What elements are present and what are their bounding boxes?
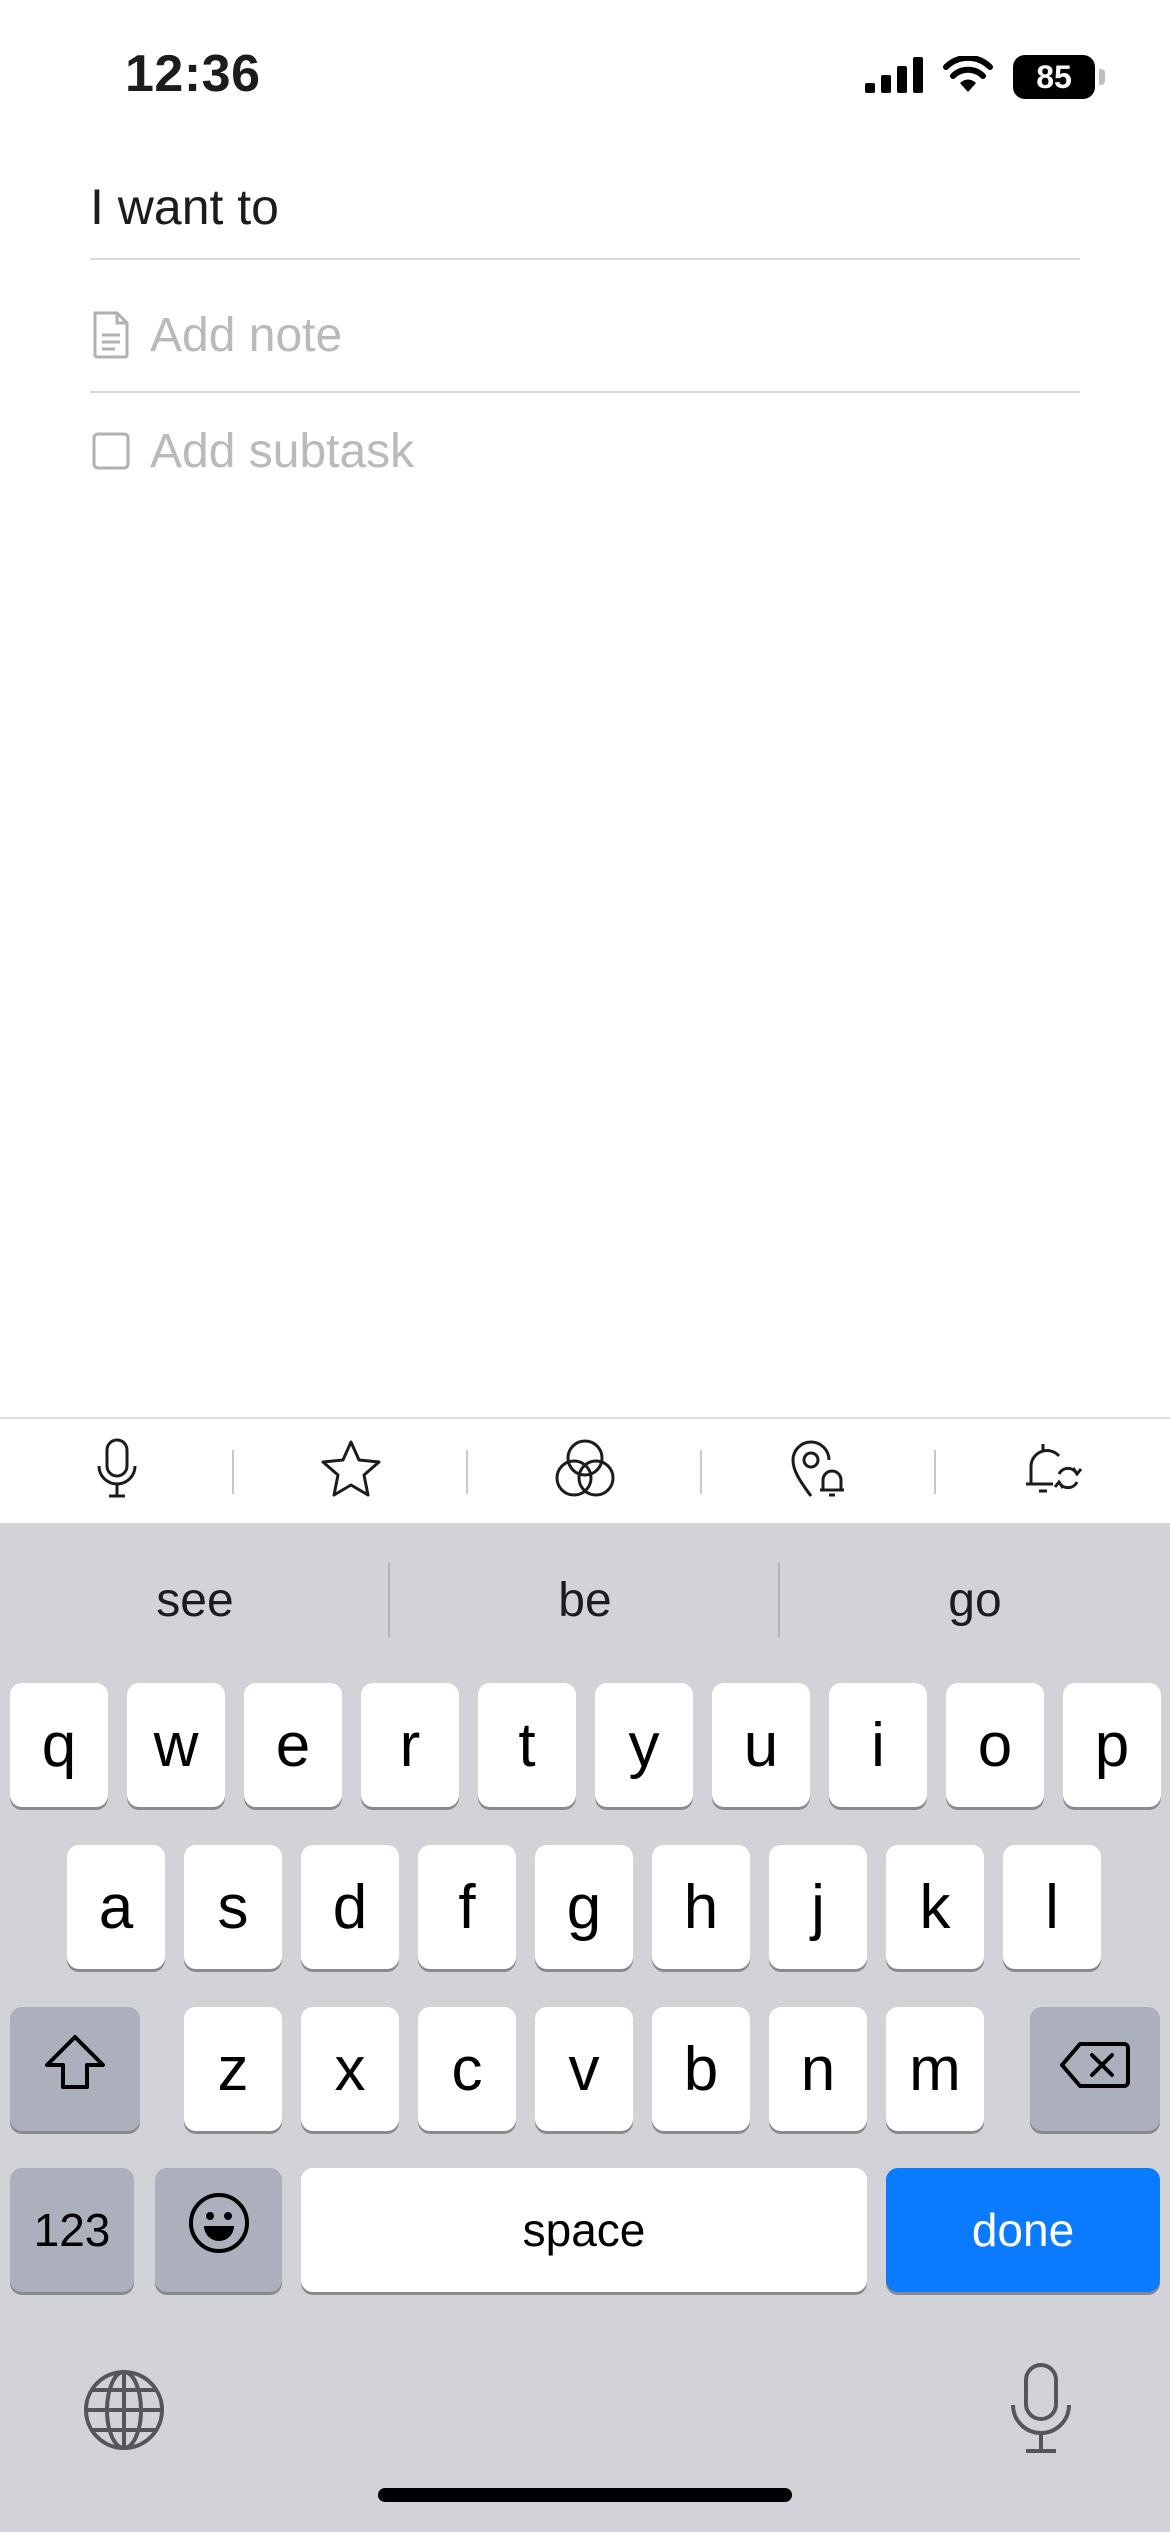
voice-input-button[interactable] xyxy=(0,1418,234,1524)
key-i[interactable]: i xyxy=(829,1683,927,1807)
microphone-icon xyxy=(95,1438,139,1505)
backspace-icon xyxy=(1060,2034,1130,2105)
location-reminder-button[interactable] xyxy=(702,1418,936,1524)
recurring-reminder-button[interactable] xyxy=(936,1418,1170,1524)
keyboard-accessory-bar xyxy=(0,1417,1170,1523)
suggestion-2[interactable]: be xyxy=(390,1523,780,1678)
tags-button[interactable] xyxy=(468,1418,702,1524)
keyboard: see be go q w e r t y u i o p a s d f g … xyxy=(0,1523,1170,2532)
recurring-reminder-icon xyxy=(1023,1438,1083,1505)
add-subtask-row[interactable]: Add subtask xyxy=(90,416,414,486)
globe-icon xyxy=(82,2370,166,2456)
key-x[interactable]: x xyxy=(301,2007,399,2131)
status-bar: 12:36 85 xyxy=(0,0,1170,150)
key-o[interactable]: o xyxy=(946,1683,1044,1807)
battery-level: 85 xyxy=(1036,58,1072,95)
location-reminder-icon xyxy=(789,1438,849,1505)
star-button[interactable] xyxy=(234,1418,468,1524)
globe-button[interactable] xyxy=(82,2368,166,2452)
dictation-microphone-icon xyxy=(1008,2363,1074,2459)
battery-icon: 85 xyxy=(1013,55,1105,99)
add-subtask-placeholder: Add subtask xyxy=(150,424,415,478)
task-title-input[interactable]: I want to xyxy=(90,178,1080,236)
key-z[interactable]: z xyxy=(184,2007,282,2131)
key-e[interactable]: e xyxy=(244,1683,342,1807)
key-d[interactable]: d xyxy=(301,1845,399,1969)
key-k[interactable]: k xyxy=(886,1845,984,1969)
emoji-icon xyxy=(188,2192,250,2269)
status-time: 12:36 xyxy=(125,45,261,103)
shift-icon xyxy=(43,2033,107,2106)
key-r[interactable]: r xyxy=(361,1683,459,1807)
suggestion-1[interactable]: see xyxy=(0,1523,390,1678)
numbers-key[interactable]: 123 xyxy=(10,2168,134,2292)
tags-icon xyxy=(553,1438,617,1505)
key-f[interactable]: f xyxy=(418,1845,516,1969)
wifi-icon xyxy=(943,54,993,99)
key-a[interactable]: a xyxy=(67,1845,165,1969)
key-u[interactable]: u xyxy=(712,1683,810,1807)
key-n[interactable]: n xyxy=(769,2007,867,2131)
key-g[interactable]: g xyxy=(535,1845,633,1969)
done-key[interactable]: done xyxy=(886,2168,1160,2292)
key-w[interactable]: w xyxy=(127,1683,225,1807)
key-q[interactable]: q xyxy=(10,1683,108,1807)
predictive-suggestions: see be go xyxy=(0,1523,1170,1678)
add-note-row[interactable]: Add note xyxy=(90,300,342,370)
key-c[interactable]: c xyxy=(418,2007,516,2131)
add-note-placeholder: Add note xyxy=(150,308,343,362)
note-divider xyxy=(90,391,1080,393)
key-m[interactable]: m xyxy=(886,2007,984,2131)
key-y[interactable]: y xyxy=(595,1683,693,1807)
title-divider xyxy=(90,258,1080,260)
note-icon xyxy=(90,309,132,361)
key-v[interactable]: v xyxy=(535,2007,633,2131)
key-t[interactable]: t xyxy=(478,1683,576,1807)
space-key[interactable]: space xyxy=(301,2168,867,2292)
star-icon xyxy=(320,1439,382,1504)
key-s[interactable]: s xyxy=(184,1845,282,1969)
dictation-button[interactable] xyxy=(1008,2363,1074,2455)
checkbox-icon xyxy=(90,425,132,477)
key-b[interactable]: b xyxy=(652,2007,750,2131)
key-p[interactable]: p xyxy=(1063,1683,1161,1807)
key-l[interactable]: l xyxy=(1003,1845,1101,1969)
emoji-key[interactable] xyxy=(155,2168,282,2292)
delete-key[interactable] xyxy=(1030,2007,1160,2131)
suggestion-3[interactable]: go xyxy=(780,1523,1170,1678)
key-h[interactable]: h xyxy=(652,1845,750,1969)
key-j[interactable]: j xyxy=(769,1845,867,1969)
home-indicator[interactable] xyxy=(378,2488,792,2502)
cellular-signal-icon xyxy=(865,56,923,98)
shift-key[interactable] xyxy=(10,2007,140,2131)
status-icons: 85 xyxy=(865,54,1105,100)
